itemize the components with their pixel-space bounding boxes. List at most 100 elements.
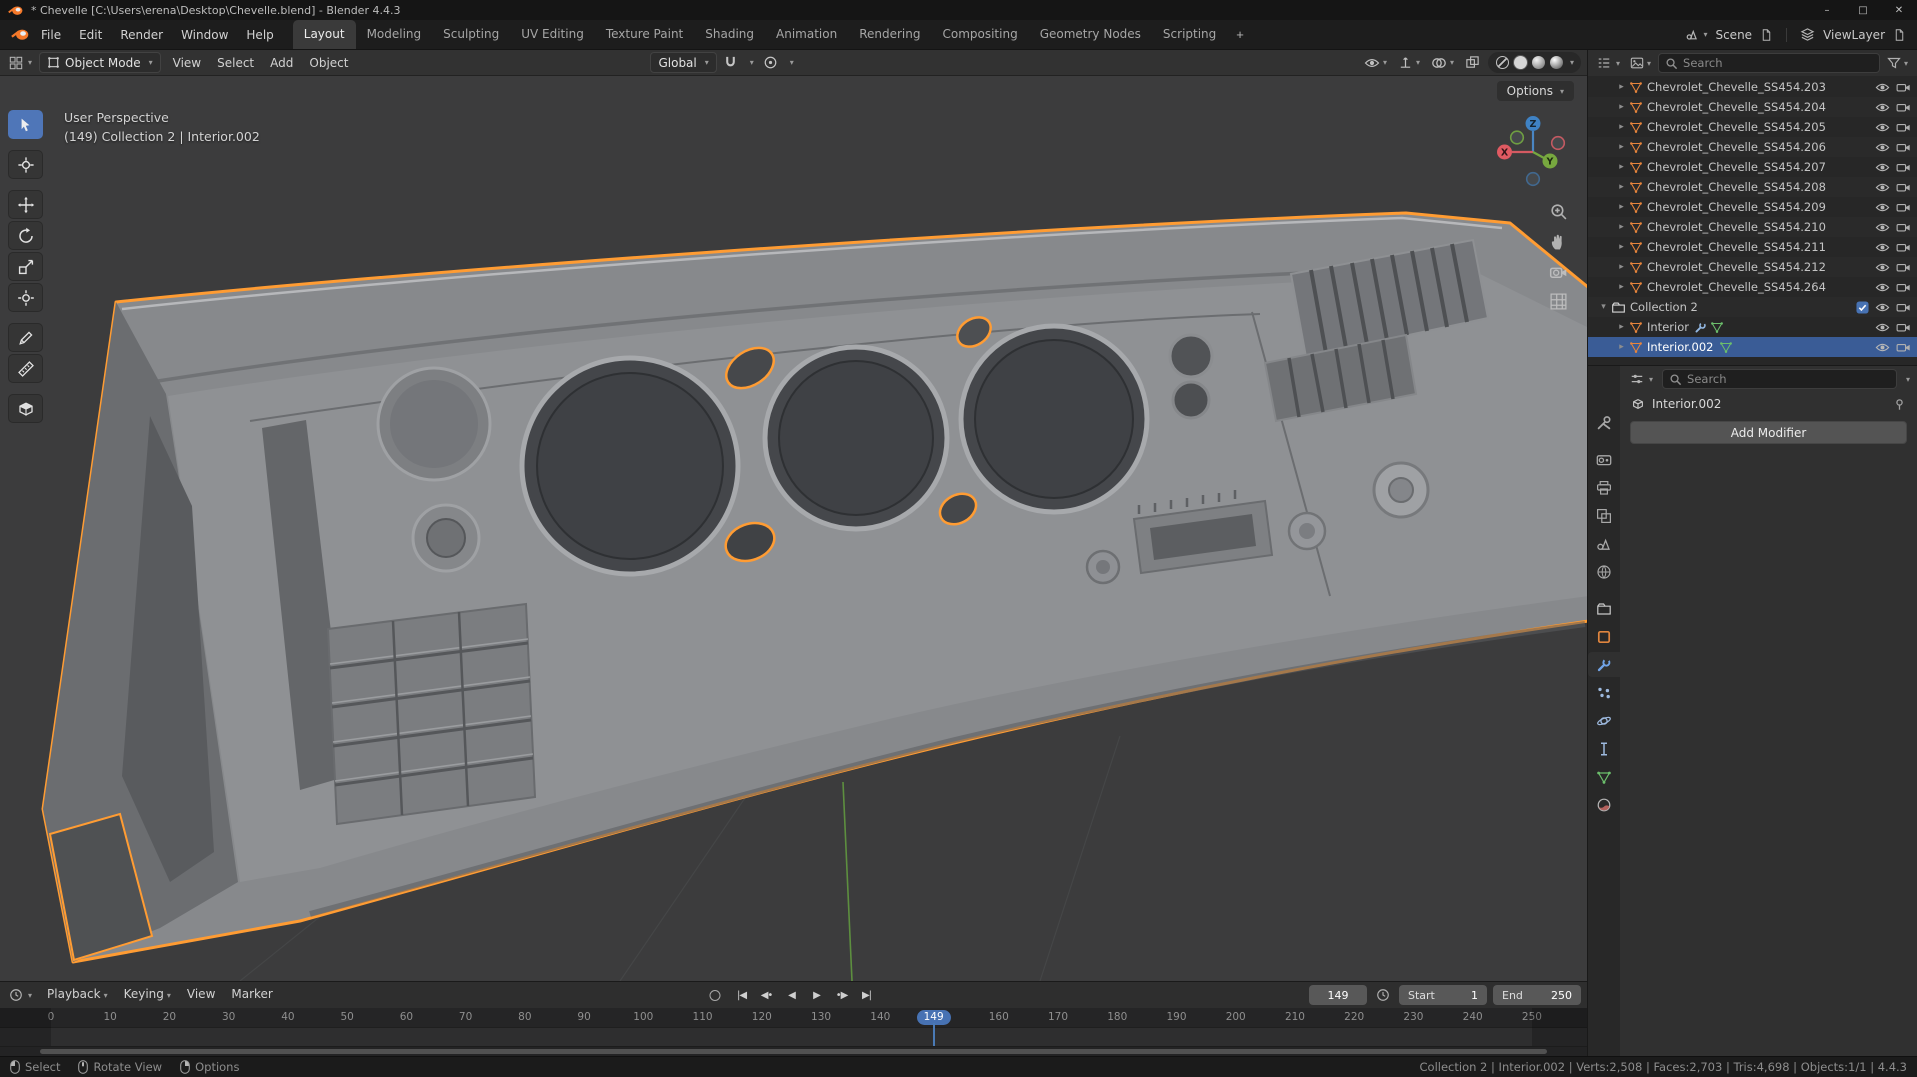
- breadcrumb-object-name[interactable]: Interior.002: [1652, 397, 1721, 411]
- shading-dropdown[interactable]: ▾: [1570, 58, 1574, 67]
- outliner-item[interactable]: ▸ Interior: [1588, 317, 1917, 337]
- outliner-item[interactable]: ▸ Chevrolet_Chevelle_SS454.208: [1588, 177, 1917, 197]
- proportional-editing-icon[interactable]: [760, 52, 781, 73]
- properties-tab-view-layer-icon[interactable]: [1588, 503, 1620, 528]
- xray-toggle-icon[interactable]: [1462, 52, 1483, 73]
- menu-file[interactable]: File: [32, 20, 70, 50]
- properties-tab-physics-icon[interactable]: [1588, 708, 1620, 733]
- outliner-filter-icon[interactable]: ▾: [1884, 53, 1911, 74]
- hide-in-viewport-eye-icon[interactable]: [1875, 160, 1890, 175]
- outliner-item[interactable]: ▸ Chevrolet_Chevelle_SS454.212: [1588, 257, 1917, 277]
- add-workspace-button[interactable]: +: [1227, 27, 1253, 42]
- expand-icon[interactable]: ▸: [1614, 122, 1629, 132]
- hide-in-viewport-eye-icon[interactable]: [1875, 180, 1890, 195]
- tool-add-cube-icon[interactable]: [8, 394, 43, 423]
- timeline-menu-marker[interactable]: Marker: [223, 981, 280, 1009]
- pin-icon[interactable]: [1893, 398, 1906, 411]
- outliner-item[interactable]: ▸ Chevrolet_Chevelle_SS454.209: [1588, 197, 1917, 217]
- show-object-types-icon[interactable]: ▾: [1361, 52, 1390, 73]
- tool-cursor-icon[interactable]: [8, 150, 43, 179]
- menu-window[interactable]: Window: [172, 20, 237, 50]
- timeline-menu-view[interactable]: View: [179, 981, 223, 1009]
- timeline-ruler[interactable]: 0 10 20 30 40 50 60 70 80 90 100 110 120 130 140 160 170…: [0, 1008, 1587, 1047]
- outliner-item[interactable]: ▸ Chevrolet_Chevelle_SS454.211: [1588, 237, 1917, 257]
- expand-icon[interactable]: ▸: [1614, 142, 1629, 152]
- play-reverse-button[interactable]: ◀: [780, 985, 803, 1005]
- viewport-menu-view[interactable]: View: [165, 50, 209, 76]
- workspace-tab-texture-paint[interactable]: Texture Paint: [595, 20, 694, 49]
- outliner-item[interactable]: ▸ Chevrolet_Chevelle_SS454.204: [1588, 97, 1917, 117]
- snap-magnet-icon[interactable]: [720, 52, 741, 73]
- shading-wireframe-icon[interactable]: [1495, 55, 1510, 70]
- hide-in-viewport-eye-icon[interactable]: [1875, 100, 1890, 115]
- viewlayer-name[interactable]: ViewLayer: [1823, 28, 1885, 42]
- properties-tab-material-icon[interactable]: [1588, 792, 1620, 817]
- viewport-canvas[interactable]: User Perspective (149) Collection 2 | In…: [0, 76, 1587, 981]
- viewport-options-button[interactable]: Options ▾: [1496, 81, 1574, 101]
- snap-options-dropdown[interactable]: ▾: [744, 52, 757, 73]
- workspace-tab-animation[interactable]: Animation: [765, 20, 848, 49]
- scene-browse-icon[interactable]: ▾: [1682, 24, 1710, 45]
- hide-in-viewport-eye-icon[interactable]: [1875, 120, 1890, 135]
- menu-render[interactable]: Render: [111, 20, 172, 50]
- properties-tab-scene-icon[interactable]: [1588, 531, 1620, 556]
- outliner-item[interactable]: ▾ Collection 2: [1588, 297, 1917, 317]
- disable-in-renders-camera-icon[interactable]: [1896, 300, 1911, 315]
- workspace-tab-uv-editing[interactable]: UV Editing: [510, 20, 595, 49]
- next-keyframe-button[interactable]: •▶: [830, 985, 853, 1005]
- timeline-editor-icon[interactable]: ▾: [6, 988, 35, 1002]
- disable-in-renders-camera-icon[interactable]: [1896, 240, 1911, 255]
- hide-in-viewport-eye-icon[interactable]: [1875, 260, 1890, 275]
- tool-annotate-icon[interactable]: [8, 323, 43, 352]
- disable-in-renders-camera-icon[interactable]: [1896, 80, 1911, 95]
- transform-orientation-select[interactable]: Global ▾: [650, 52, 717, 73]
- overlays-toggle-icon[interactable]: ▾: [1428, 52, 1457, 73]
- tool-rotate-icon[interactable]: [8, 221, 43, 250]
- outliner-search[interactable]: [1658, 53, 1880, 73]
- workspace-tab-layout[interactable]: Layout: [292, 20, 356, 49]
- maximize-button[interactable]: □: [1845, 0, 1881, 20]
- viewport-menu-select[interactable]: Select: [209, 50, 262, 76]
- outliner-item[interactable]: ▸ Chevrolet_Chevelle_SS454.264: [1588, 277, 1917, 297]
- collection-checkbox[interactable]: [1856, 300, 1869, 314]
- hide-in-viewport-eye-icon[interactable]: [1875, 280, 1890, 295]
- hide-in-viewport-eye-icon[interactable]: [1875, 240, 1890, 255]
- shading-material-icon[interactable]: [1531, 55, 1546, 70]
- tool-select-box-icon[interactable]: [8, 110, 43, 139]
- blender-menu-icon[interactable]: [8, 24, 32, 45]
- current-frame-field[interactable]: 149: [1309, 985, 1367, 1005]
- shading-solid-icon[interactable]: [1512, 55, 1528, 70]
- properties-tab-particles-icon[interactable]: [1588, 680, 1620, 705]
- close-button[interactable]: ✕: [1881, 0, 1917, 20]
- play-button[interactable]: ▶: [805, 985, 828, 1005]
- disable-in-renders-camera-icon[interactable]: [1896, 140, 1911, 155]
- disable-in-renders-camera-icon[interactable]: [1896, 200, 1911, 215]
- tool-measure-icon[interactable]: [8, 354, 43, 383]
- mode-select[interactable]: Object Mode ▾: [39, 52, 161, 73]
- disable-in-renders-camera-icon[interactable]: [1896, 220, 1911, 235]
- disable-in-renders-camera-icon[interactable]: [1896, 160, 1911, 175]
- expand-icon[interactable]: ▸: [1614, 222, 1629, 232]
- tool-scale-icon[interactable]: [8, 252, 43, 281]
- outliner-item[interactable]: ▸ Chevrolet_Chevelle_SS454.210: [1588, 217, 1917, 237]
- expand-icon[interactable]: ▸: [1614, 82, 1629, 92]
- expand-icon[interactable]: ▸: [1614, 182, 1629, 192]
- disable-in-renders-camera-icon[interactable]: [1896, 120, 1911, 135]
- timeline-scrollbar[interactable]: [0, 1046, 1587, 1056]
- hide-in-viewport-eye-icon[interactable]: [1875, 200, 1890, 215]
- properties-search[interactable]: [1662, 369, 1897, 389]
- properties-editor-icon[interactable]: ▾: [1627, 372, 1656, 386]
- properties-tab-constraints-icon[interactable]: [1588, 736, 1620, 761]
- hide-in-viewport-eye-icon[interactable]: [1875, 80, 1890, 95]
- workspace-tab-geometry-nodes[interactable]: Geometry Nodes: [1029, 20, 1152, 49]
- timeline-menu-keying[interactable]: Keying ▾: [116, 981, 179, 1009]
- expand-icon[interactable]: ▸: [1614, 162, 1629, 172]
- auto-keyframe-toggle[interactable]: [709, 989, 720, 1001]
- camera-view-icon[interactable]: [1549, 262, 1568, 281]
- menu-help[interactable]: Help: [237, 20, 282, 50]
- frame-end-field[interactable]: End 250: [1493, 985, 1581, 1005]
- expand-icon[interactable]: ▸: [1614, 342, 1629, 352]
- expand-icon[interactable]: ▸: [1614, 262, 1629, 272]
- disable-in-renders-camera-icon[interactable]: [1896, 260, 1911, 275]
- minimize-button[interactable]: –: [1809, 0, 1845, 20]
